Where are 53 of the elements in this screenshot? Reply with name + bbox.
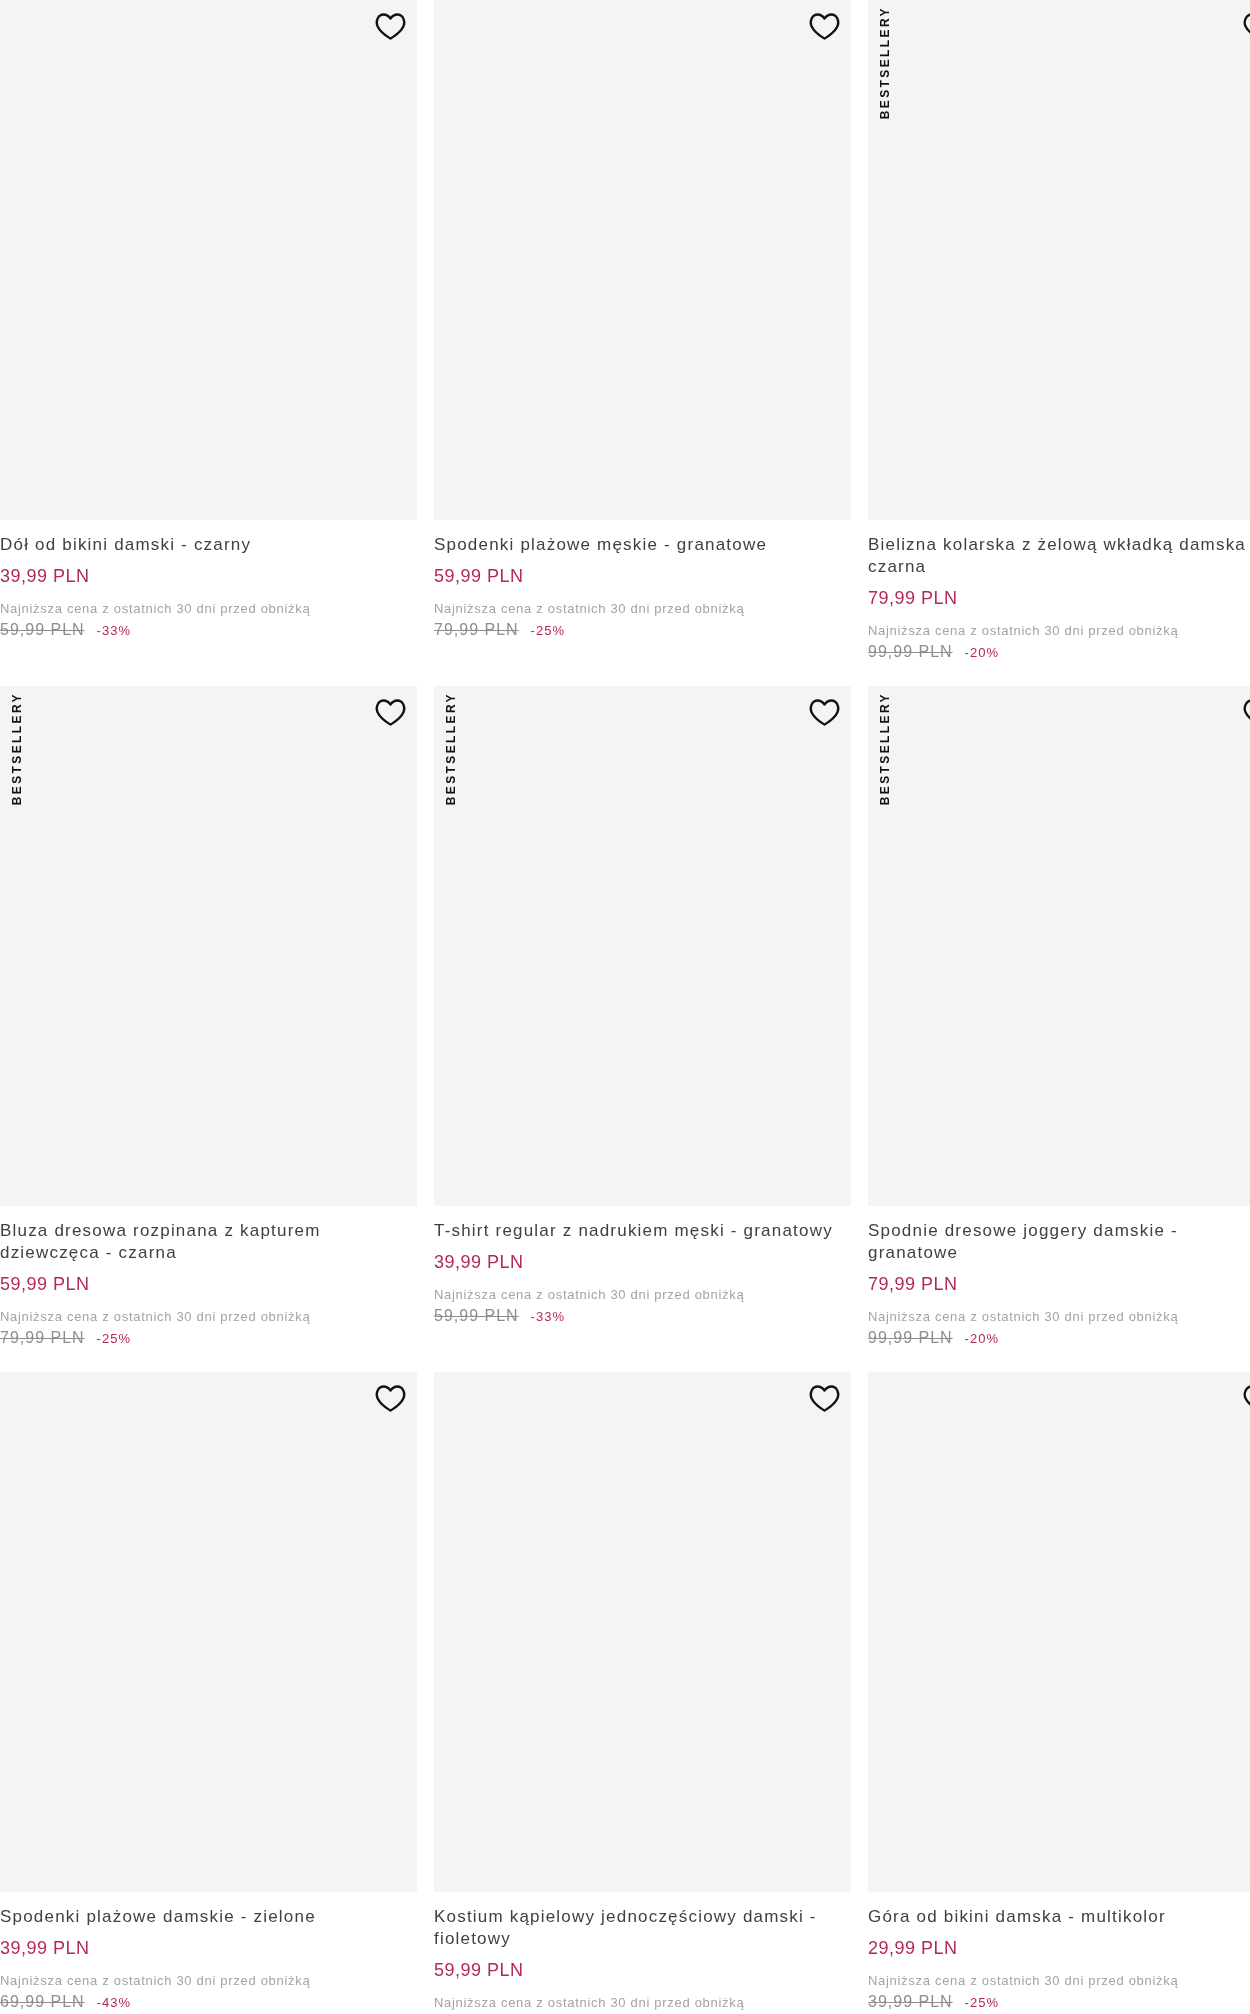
discount-label: -33%: [530, 1308, 565, 1326]
heart-icon[interactable]: [374, 13, 407, 40]
product-title[interactable]: Góra od bikini damska - multikolor: [868, 1906, 1250, 1928]
discount-label: -43%: [96, 1994, 131, 2012]
lowest-price-note: Najniższa cena z ostatnich 30 dni przed obniżką: [434, 1994, 746, 2011]
heart-icon[interactable]: [374, 699, 407, 726]
discount-label: -20%: [964, 644, 999, 662]
product-price: 59,99 PLN: [434, 1959, 525, 1982]
old-price: 59,99 PLN: [434, 1306, 519, 1326]
product-price: 79,99 PLN: [868, 587, 959, 610]
product-price: 79,99 PLN: [868, 1273, 959, 1296]
heart-icon[interactable]: [374, 1385, 407, 1412]
lowest-price-note: Najniższa cena z ostatnich 30 dni przed obniżką: [0, 1972, 312, 1989]
lowest-price-note: Najniższa cena z ostatnich 30 dni przed obniżką: [0, 600, 312, 617]
old-price: 59,99 PLN: [0, 620, 85, 640]
product-title[interactable]: Spodnie dresowe joggery damskie - granatowe: [868, 1220, 1250, 1264]
discount-label: -25%: [530, 622, 565, 640]
discount-label: -25%: [964, 1994, 999, 2012]
product-title[interactable]: Bluza dresowa rozpinana z kapturem dziewczęca - czarna: [0, 1220, 417, 1264]
lowest-price-note: Najniższa cena z ostatnich 30 dni przed obniżką: [868, 1308, 1180, 1325]
bestseller-label: BESTSELLERY: [878, 6, 893, 120]
product-title[interactable]: Spodenki plażowe damskie - zielone: [0, 1906, 417, 1928]
old-price: 99,99 PLN: [868, 1328, 953, 1348]
bestseller-label: BESTSELLERY: [10, 692, 25, 806]
product-price: 29,99 PLN: [868, 1937, 959, 1960]
old-price: 69,99 PLN: [0, 1992, 85, 2012]
product-price: 59,99 PLN: [0, 1273, 91, 1296]
heart-icon[interactable]: [808, 699, 841, 726]
product-price: 39,99 PLN: [0, 565, 91, 588]
old-price: 99,99 PLN: [868, 642, 953, 662]
lowest-price-note: Najniższa cena z ostatnich 30 dni przed obniżką: [0, 1308, 312, 1325]
old-price: 79,99 PLN: [0, 1328, 85, 1348]
heart-icon[interactable]: [808, 13, 841, 40]
discount-label: -20%: [964, 1330, 999, 1348]
product-title[interactable]: Bielizna kolarska z żelową wkładką damska czarna: [868, 534, 1250, 578]
discount-label: -25%: [96, 1330, 131, 1348]
product-title[interactable]: Kostium kąpielowy jednoczęściowy damski - fioletowy: [434, 1906, 851, 1950]
lowest-price-note: Najniższa cena z ostatnich 30 dni przed obniżką: [868, 1972, 1180, 1989]
product-title[interactable]: T-shirt regular z nadrukiem męski - granatowy: [434, 1220, 851, 1242]
lowest-price-note: Najniższa cena z ostatnich 30 dni przed obniżką: [434, 1286, 746, 1303]
lowest-price-note: Najniższa cena z ostatnich 30 dni przed obniżką: [434, 600, 746, 617]
lowest-price-note: Najniższa cena z ostatnich 30 dni przed obniżką: [868, 622, 1180, 639]
old-price: 79,99 PLN: [434, 620, 519, 640]
discount-label: -33%: [96, 622, 131, 640]
heart-icon[interactable]: [808, 1385, 841, 1412]
product-price: 39,99 PLN: [0, 1937, 91, 1960]
old-price: 39,99 PLN: [868, 1992, 953, 2012]
product-title[interactable]: Spodenki plażowe męskie - granatowe: [434, 534, 851, 556]
product-price: 39,99 PLN: [434, 1251, 525, 1274]
product-price: 59,99 PLN: [434, 565, 525, 588]
product-title[interactable]: Dół od bikini damski - czarny: [0, 534, 417, 556]
bestseller-label: BESTSELLERY: [444, 692, 459, 806]
bestseller-label: BESTSELLERY: [878, 692, 893, 806]
